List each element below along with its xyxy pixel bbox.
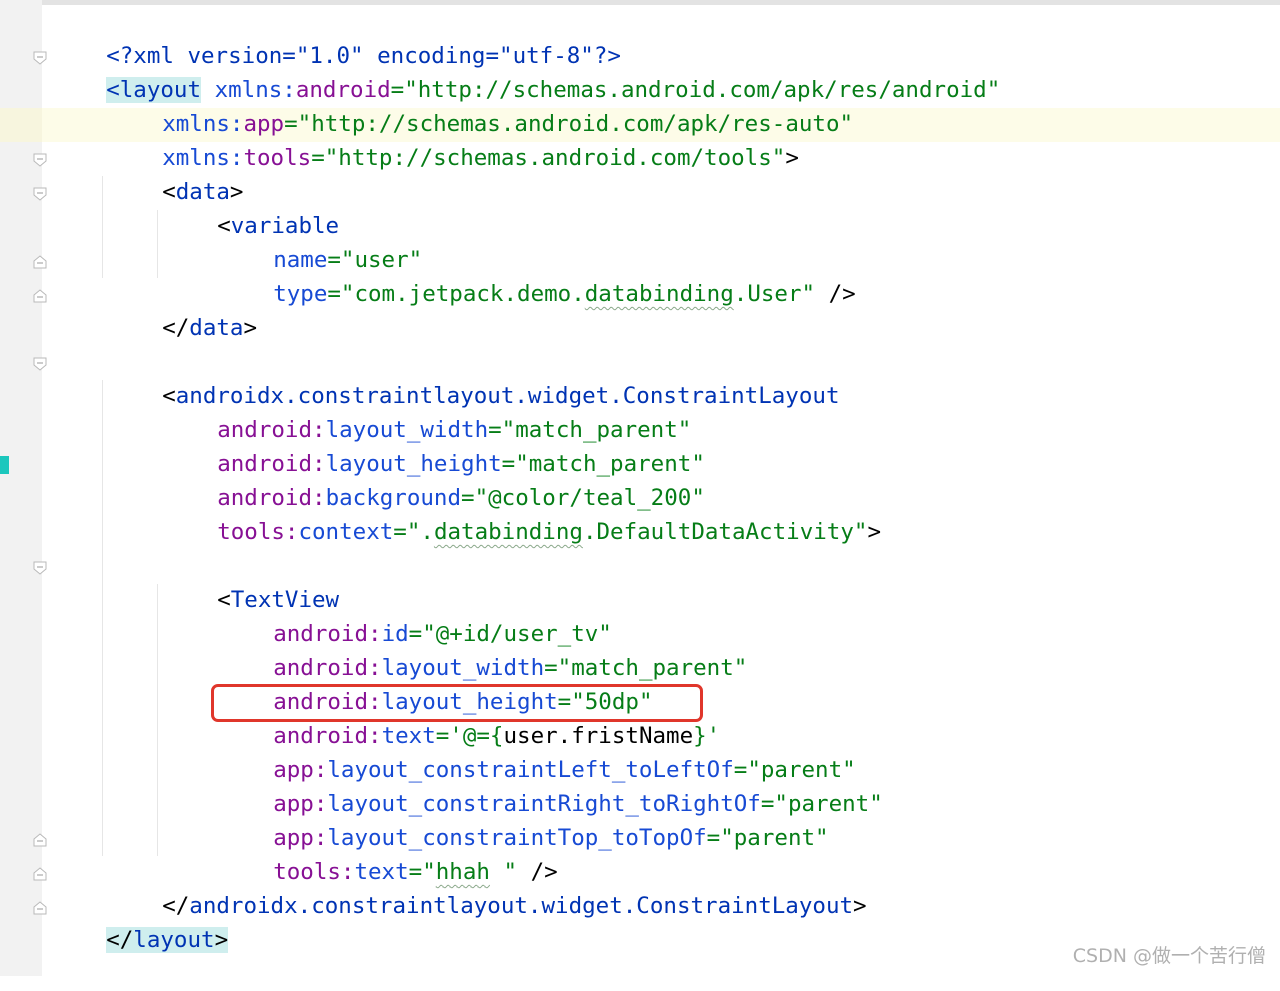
code-line-data-open[interactable]: <data> (108, 141, 243, 205)
attr-value: "com.jetpack.demo. (340, 281, 585, 307)
fold-open-icon[interactable] (32, 50, 48, 66)
indent-guide (157, 584, 158, 856)
code-line-constraint-top[interactable]: app:layout_constraintTop_toTopOf="parent… (219, 787, 828, 851)
equals: = (393, 519, 407, 545)
equals: = (327, 281, 341, 307)
editor-gutter (0, 0, 42, 976)
indent-guide (157, 210, 158, 278)
code-line-variable-open[interactable]: <variable (163, 175, 339, 239)
code-line-background[interactable]: android:background="@color/teal_200" (163, 447, 705, 511)
code-line-tv-layout-width[interactable]: android:layout_width="match_parent" (219, 617, 747, 681)
code-line-constraint-left[interactable]: app:layout_constraintLeft_toLeftOf="pare… (219, 719, 856, 783)
vcs-change-marker[interactable] (0, 456, 9, 474)
code-line-tools-text[interactable]: tools:text="hhah " /> (219, 821, 557, 885)
code-line-tv-layout-height[interactable]: android:layout_height="50dp" (219, 651, 652, 715)
attr-name: context (298, 519, 394, 545)
code-line-textview-open[interactable]: <TextView (163, 549, 339, 613)
watermark: CSDN @做一个苦行僧 (1072, 945, 1266, 967)
fold-open-icon[interactable] (32, 186, 48, 202)
attr-name: tools (243, 145, 312, 171)
code-line-data-close[interactable]: </data> (108, 277, 257, 341)
tag-close: > (785, 145, 799, 171)
indent-guide (102, 176, 103, 278)
tag-bracket: </ (162, 315, 190, 341)
fold-open-icon[interactable] (32, 560, 48, 576)
tag-name: androidx.constraintlayout.widget.Constra… (189, 893, 854, 919)
current-line-gutter-highlight (0, 108, 42, 142)
tag-close: /> (815, 281, 856, 307)
tag-close: > (243, 315, 258, 341)
code-line-constraintlayout-close[interactable]: </androidx.constraintlayout.widget.Const… (108, 855, 866, 919)
code-line-id[interactable]: android:id="@+id/user_tv" (219, 583, 612, 647)
attr-name: type (273, 281, 328, 307)
code-line-layout-height[interactable]: android:layout_height="match_parent" (163, 413, 705, 477)
code-line-xmlns-tools[interactable]: xmlns:tools="http://schemas.android.com/… (108, 107, 799, 171)
code-line-constraint-right[interactable]: app:layout_constraintRight_toRightOf="pa… (219, 753, 883, 817)
code-line-variable-name[interactable]: name="user" (219, 209, 422, 273)
fold-close-icon[interactable] (32, 254, 48, 270)
tag-bracket: </ (106, 927, 134, 953)
attr-value: "http://schemas.android.com/tools" (324, 145, 786, 171)
attr-value: .DefaultDataActivity" (582, 519, 868, 545)
fold-close-icon[interactable] (32, 288, 48, 304)
code-line-tools-context[interactable]: tools:context=".databinding.DefaultDataA… (163, 481, 881, 545)
equals: = (311, 145, 325, 171)
code-line-variable-type[interactable]: type="com.jetpack.demo.databinding.User"… (219, 243, 856, 307)
code-line-constraintlayout-open[interactable]: <androidx.constraintlayout.widget.Constr… (108, 345, 839, 409)
code-line-layout-width[interactable]: android:layout_width="match_parent" (163, 379, 691, 443)
tag-close: > (214, 927, 229, 953)
highlight-annotation-box (211, 684, 703, 722)
indent-guide (102, 380, 103, 856)
tag-close: > (853, 893, 867, 919)
fold-open-icon[interactable] (32, 152, 48, 168)
tag-close: > (867, 519, 881, 545)
equals: = (706, 825, 721, 851)
typo-warning: databinding (433, 519, 583, 545)
attr-value: "parent" (720, 825, 829, 851)
tag-name: data (189, 315, 244, 341)
attr-value: ". (406, 519, 434, 545)
fold-close-icon[interactable] (32, 866, 48, 882)
code-line-xml-declaration[interactable]: <?xml version="1.0" encoding="utf-8"?> (52, 5, 621, 69)
code-line-layout-close[interactable]: </layout> (52, 889, 229, 953)
code-line-layout-open[interactable]: <layout xmlns:android="http://schemas.an… (52, 39, 1000, 103)
fold-close-icon[interactable] (32, 832, 48, 848)
fold-close-icon[interactable] (32, 900, 48, 916)
fold-open-icon[interactable] (32, 356, 48, 372)
tag-name: layout (133, 927, 215, 953)
attr-prefix: tools: (217, 519, 299, 545)
attr-value: .User" (733, 281, 816, 307)
code-line-xmlns-app[interactable]: xmlns:app="http://schemas.android.com/ap… (108, 73, 853, 137)
typo-warning: databinding (584, 281, 734, 307)
